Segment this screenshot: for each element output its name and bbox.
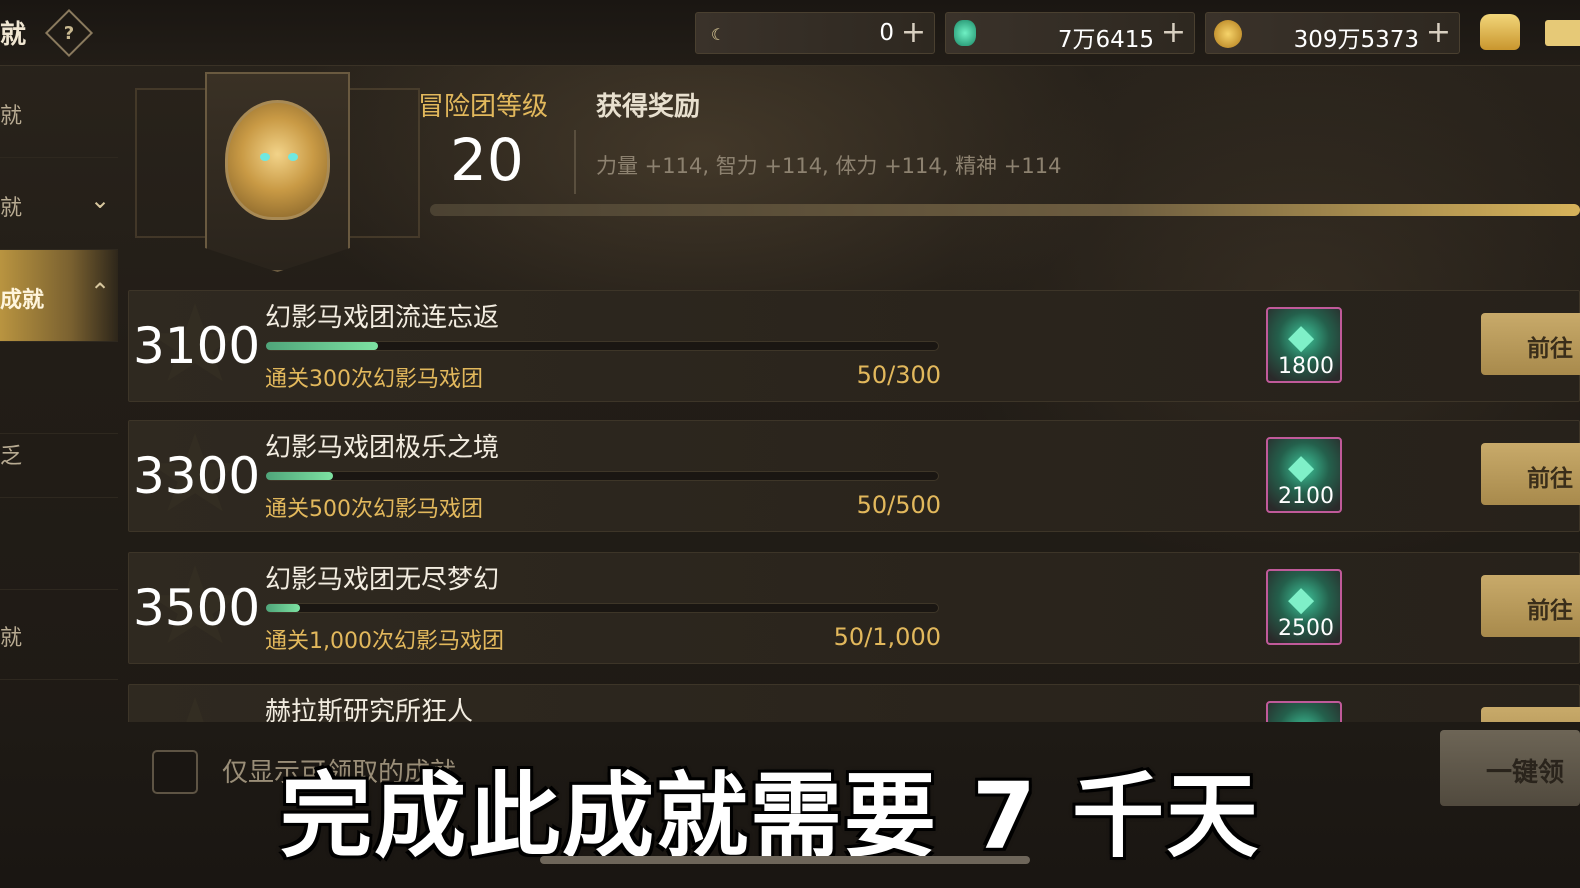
go-button[interactable] <box>1481 707 1580 722</box>
level-value: 20 <box>450 126 524 194</box>
currency-crescent: ☾ 0 + <box>695 12 935 54</box>
green-gem-icon <box>954 20 976 46</box>
currency-gem: 7万6415 + <box>945 12 1195 54</box>
lion-eye <box>288 153 298 161</box>
achievement-row: 3500 幻影马戏团无尽梦幻 通关1,000次幻影马戏团 50/1,000 ◆ … <box>128 552 1580 664</box>
achievement-points: 3300 <box>133 447 261 505</box>
achievement-progress-fill <box>266 342 378 350</box>
help-icon[interactable]: ? <box>44 8 94 58</box>
sidebar-item-6[interactable] <box>0 498 118 590</box>
achievement-progress-fill <box>266 472 334 480</box>
mail-icon[interactable] <box>1545 20 1580 46</box>
crescent-coin-icon: ☾ <box>710 24 726 44</box>
top-bar: 就 ? ☾ 0 + 7万6415 + 309万5373 + <box>0 0 1580 66</box>
sidebar-item-label: 就 <box>0 196 23 221</box>
achievement-row: 3100 幻影马戏团流连忘返 通关300次幻影马戏团 50/300 ◆ 1800… <box>128 290 1580 402</box>
gem-pile-icon: ◆ <box>1288 579 1315 619</box>
claimable-only-checkbox[interactable] <box>152 750 198 794</box>
level-progress-fill <box>430 204 1580 216</box>
achievement-name: 幻影马戏团无尽梦幻 <box>265 565 500 595</box>
achievement-condition: 通关300次幻影马戏团 <box>265 367 483 392</box>
achievement-count: 50/300 <box>856 361 941 389</box>
gem-pile-icon: ◆ <box>1288 447 1315 487</box>
page-title: 就 <box>0 20 27 50</box>
level-title: 冒险团等级 <box>418 92 549 122</box>
reward-item[interactable]: ◆ 1800 <box>1266 307 1342 383</box>
sidebar-item-5[interactable]: 乏 <box>0 406 118 498</box>
sidebar: 就 就 ⌄ 成就 ⌃ 乏 就 <box>0 66 118 726</box>
achievement-name: 幻影马戏团流连忘返 <box>265 303 500 333</box>
achievement-name: 幻影马戏团极乐之境 <box>265 433 500 463</box>
achievement-points: 3500 <box>133 579 261 637</box>
go-button-label: 前往 <box>1527 598 1573 624</box>
sidebar-item-label: 乏 <box>0 444 23 469</box>
go-button[interactable]: 前往 <box>1481 443 1580 505</box>
achievement-condition: 通关500次幻影马戏团 <box>265 497 483 522</box>
achievement-count: 50/1,000 <box>833 623 941 651</box>
achievement-progress-track <box>266 471 939 481</box>
reward-title: 获得奖励 <box>596 92 701 122</box>
sidebar-item-active[interactable]: 成就 ⌃ <box>0 250 118 342</box>
achievement-count: 50/500 <box>856 491 941 519</box>
gem-pile-icon: ◆ <box>1288 317 1315 357</box>
star-icon <box>148 697 242 722</box>
currency-value: 309万5373 <box>1293 27 1419 53</box>
sidebar-item-7[interactable]: 就 <box>0 588 118 680</box>
reward-stats: 力量 +114, 智力 +114, 体力 +114, 精神 +114 <box>596 154 1062 178</box>
currency-value: 0 <box>879 20 894 46</box>
reward-item[interactable]: ◆ 2500 <box>1266 569 1342 645</box>
chevron-down-icon: ⌄ <box>90 186 111 214</box>
home-indicator[interactable] <box>540 856 1030 864</box>
lion-eye <box>260 153 270 161</box>
go-button[interactable]: 前往 <box>1481 313 1580 375</box>
sidebar-item-2[interactable]: 就 ⌄ <box>0 158 118 250</box>
divider <box>574 130 576 194</box>
chevron-up-icon: ⌃ <box>90 278 111 306</box>
achievement-progress-fill <box>266 604 300 612</box>
achievement-row: 赫拉斯研究所狂人 <box>128 684 1580 722</box>
achievement-condition: 通关1,000次幻影马戏团 <box>265 629 504 654</box>
reward-quantity: 1800 <box>1278 354 1334 379</box>
achievement-name: 赫拉斯研究所狂人 <box>265 697 474 722</box>
currency-value: 7万6415 <box>1057 27 1154 53</box>
achievement-row: 3300 幻影马戏团极乐之境 通关500次幻影马戏团 50/500 ◆ 2100… <box>128 420 1580 532</box>
claim-all-label: 一键领 <box>1486 758 1565 788</box>
achievement-list[interactable]: 3100 幻影马戏团流连忘返 通关300次幻影马戏团 50/300 ◆ 1800… <box>128 290 1580 722</box>
achievement-progress-track <box>266 603 939 613</box>
add-currency-button[interactable]: + <box>901 15 926 50</box>
treasure-chest-icon[interactable] <box>1480 14 1520 50</box>
reward-quantity: 2500 <box>1278 616 1334 641</box>
sidebar-item-label: 成就 <box>0 288 45 313</box>
reward-item[interactable] <box>1266 701 1342 722</box>
sidebar-item-label: 就 <box>0 626 23 651</box>
currency-gold: 309万5373 + <box>1205 12 1460 54</box>
achievement-points: 3100 <box>133 317 261 375</box>
reward-quantity: 2100 <box>1278 484 1334 509</box>
add-currency-button[interactable]: + <box>1426 15 1451 50</box>
gold-coin-icon <box>1214 20 1242 48</box>
add-currency-button[interactable]: + <box>1161 15 1186 50</box>
reward-item[interactable]: ◆ 2100 <box>1266 437 1342 513</box>
claim-all-button[interactable]: 一键领 <box>1440 730 1580 806</box>
sidebar-item-label: 就 <box>0 104 23 129</box>
go-button[interactable]: 前往 <box>1481 575 1580 637</box>
lion-emblem-icon <box>225 100 330 220</box>
help-glyph: ? <box>63 22 75 44</box>
sidebar-item-1[interactable]: 就 <box>0 66 118 158</box>
go-button-label: 前往 <box>1527 336 1573 362</box>
go-button-label: 前往 <box>1527 466 1573 492</box>
